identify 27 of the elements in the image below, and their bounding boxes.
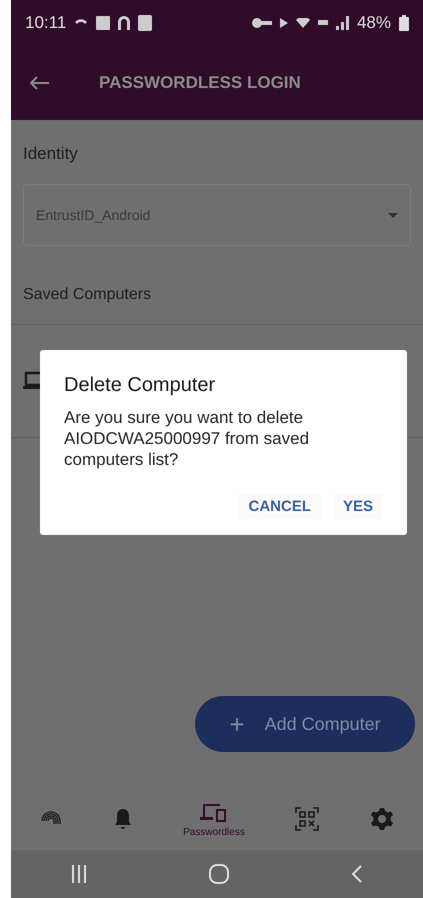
dropdown-caret-icon [388,212,398,218]
key-icon [252,18,272,28]
signal-icon [336,16,349,30]
dialog-title: Delete Computer [64,374,216,397]
nav-tab[interactable] [112,807,133,831]
wifi-icon [296,18,310,28]
bell-icon [112,807,133,831]
identity-label: Identity [22,143,79,164]
home-icon[interactable] [208,864,229,884]
back-arrow-icon[interactable] [29,76,49,90]
image-icon [96,16,110,30]
dialog-message: Are you sure you want to delete AIODCWA25000997 from saved computers list? [64,407,310,470]
battery-icon [399,14,409,30]
add-computer-button[interactable]: + Add Computer [195,696,415,752]
qr-scan-icon [295,807,320,831]
battery-level: 48% [356,12,391,32]
dialog-button[interactable]: CANCEL [238,494,321,519]
nav-tab[interactable] [295,807,320,831]
nav-tab[interactable]: Passwordless [183,800,245,838]
status-time: 10:11 [25,12,66,32]
nav-tab[interactable] [370,807,394,831]
settings-icon [370,807,394,831]
screen-title: PASSWORDLESS LOGIN [99,72,301,92]
dialog-button[interactable]: YES [332,494,383,519]
back-icon[interactable] [352,865,362,883]
recent-apps-icon[interactable] [72,865,86,883]
saved-computers-label: Saved Computers [22,285,152,305]
